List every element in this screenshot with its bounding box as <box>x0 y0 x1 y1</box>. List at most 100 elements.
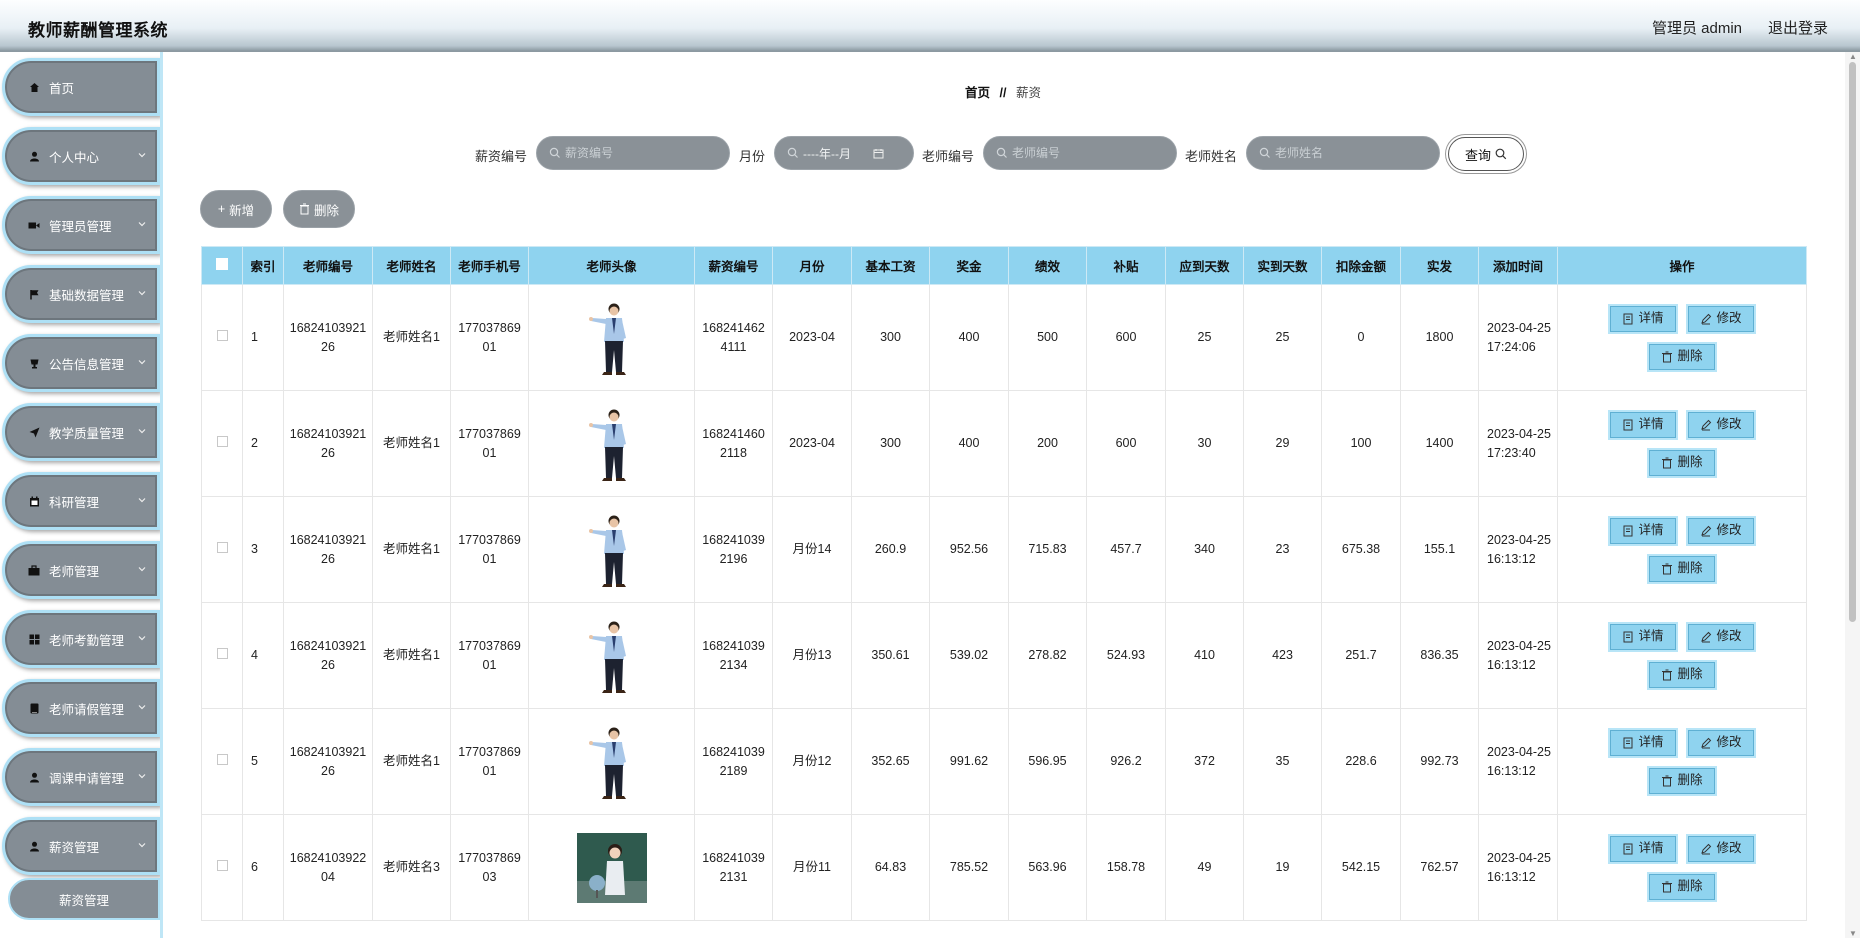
edit-button[interactable]: 修改 <box>1686 727 1756 758</box>
detail-button[interactable]: 详情 <box>1608 515 1678 546</box>
detail-button[interactable]: 详情 <box>1608 409 1678 440</box>
avatar <box>588 621 626 693</box>
sidebar-item-7[interactable]: 老师管理 <box>2 541 160 599</box>
edit-button[interactable]: 修改 <box>1686 409 1756 440</box>
cell-actual: 23 <box>1243 496 1322 603</box>
sidebar-item-5[interactable]: 教学质量管理 <box>2 403 160 461</box>
user-icon <box>27 770 41 784</box>
cell-allow: 524.93 <box>1086 602 1166 709</box>
detail-button[interactable]: 详情 <box>1608 303 1678 334</box>
cell-perf: 500 <box>1008 284 1087 391</box>
row-checkbox[interactable] <box>216 542 228 553</box>
row-checkbox[interactable] <box>216 436 228 447</box>
select-all-checkbox[interactable] <box>216 258 228 270</box>
row-select-cell <box>201 496 243 603</box>
briefcase-icon <box>27 563 41 577</box>
chevron-down-icon <box>138 222 146 227</box>
cell-idx: 3 <box>242 496 284 603</box>
sidebar-item-6[interactable]: 科研管理 <box>2 472 160 530</box>
row-select-cell <box>201 602 243 709</box>
edit-button[interactable]: 修改 <box>1686 515 1756 546</box>
sidebar-item-2[interactable]: 管理员管理 <box>2 196 160 254</box>
avatar <box>588 515 626 587</box>
row-checkbox[interactable] <box>216 648 228 659</box>
sidebar-item-3[interactable]: 基础数据管理 <box>2 265 160 323</box>
logout-link[interactable]: 退出登录 <box>1768 17 1828 38</box>
teacher-name-field[interactable] <box>1246 136 1440 170</box>
delete-button[interactable]: 删除 <box>1647 553 1717 584</box>
scroll-down-icon[interactable]: ▼ <box>1849 929 1857 938</box>
row-checkbox[interactable] <box>216 860 228 871</box>
avatar <box>588 409 626 481</box>
cell-month: 月份11 <box>772 814 852 921</box>
detail-label: 详情 <box>1638 311 1664 325</box>
sidebar-item-0[interactable]: 首页 <box>2 58 160 116</box>
add-button[interactable]: + 新增 <box>200 190 272 228</box>
breadcrumb-home[interactable]: 首页 <box>965 86 990 100</box>
batch-delete-button[interactable]: 删除 <box>283 190 355 228</box>
table-row[interactable]: 3 1682410392126 老师姓名1 17703786901 1682410392… <box>201 496 1807 603</box>
salary-no-input[interactable] <box>565 146 709 160</box>
vertical-scrollbar[interactable]: ▲ ▼ <box>1845 52 1860 938</box>
teacher-no-field[interactable] <box>983 136 1177 170</box>
row-checkbox[interactable] <box>216 754 228 765</box>
avatar-cell <box>528 602 695 709</box>
detail-label: 详情 <box>1638 417 1664 431</box>
sidebar-subitem-salary[interactable]: 薪资管理 <box>8 878 160 920</box>
sidebar-item-10[interactable]: 调课申请管理 <box>2 748 160 806</box>
sidebar-item-1[interactable]: 个人中心 <box>2 127 160 185</box>
current-user: 管理员 admin <box>1651 20 1742 37</box>
column-header: 老师姓名 <box>372 246 451 285</box>
scroll-up-icon[interactable]: ▲ <box>1849 52 1857 61</box>
detail-button[interactable]: 详情 <box>1608 621 1678 652</box>
table-row[interactable]: 6 1682410392204 老师姓名3 17703786903 1682410392… <box>201 814 1807 921</box>
detail-button[interactable]: 详情 <box>1608 833 1678 864</box>
video-icon <box>27 218 41 232</box>
sidebar-item-9[interactable]: 老师请假管理 <box>2 679 160 737</box>
cell-month: 月份12 <box>772 708 852 815</box>
query-button[interactable]: 查询 <box>1448 137 1524 171</box>
edit-button[interactable]: 修改 <box>1686 621 1756 652</box>
cell-bonus: 991.62 <box>929 708 1009 815</box>
edit-button[interactable]: 修改 <box>1686 303 1756 334</box>
cell-tno: 1682410392126 <box>283 390 373 497</box>
scrollbar-thumb[interactable] <box>1849 62 1856 622</box>
cell-allow: 600 <box>1086 390 1166 497</box>
cell-deduct: 228.6 <box>1321 708 1401 815</box>
cell-tno: 1682410392126 <box>283 602 373 709</box>
trash-icon <box>1662 457 1673 468</box>
table-row[interactable]: 4 1682410392126 老师姓名1 17703786901 1682410392… <box>201 602 1807 709</box>
table-row[interactable]: 2 1682410392126 老师姓名1 17703786901 1682414602… <box>201 390 1807 497</box>
cup-icon <box>27 356 41 370</box>
teacher-no-input[interactable] <box>1012 146 1156 160</box>
sidebar-item-11[interactable]: 薪资管理 <box>2 817 160 875</box>
row-checkbox[interactable] <box>216 330 228 341</box>
breadcrumb-separator: // <box>999 86 1007 100</box>
delete-button[interactable]: 删除 <box>1647 765 1717 796</box>
delete-button[interactable]: 删除 <box>1647 871 1717 902</box>
table-row[interactable]: 1 1682410392126 老师姓名1 17703786901 1682414624… <box>201 284 1807 391</box>
document-icon <box>1623 631 1633 642</box>
sidebar-item-8[interactable]: 老师考勤管理 <box>2 610 160 668</box>
cell-net: 155.1 <box>1400 496 1479 603</box>
delete-button[interactable]: 删除 <box>1647 341 1717 372</box>
trash-icon <box>1662 563 1673 574</box>
sidebar-item-label: 个人中心 <box>49 150 100 165</box>
delete-button[interactable]: 删除 <box>1647 447 1717 478</box>
app-title: 教师薪酬管理系统 <box>28 21 168 40</box>
salary-no-field[interactable] <box>536 136 730 170</box>
cell-tname: 老师姓名1 <box>372 708 451 815</box>
sidebar-item-label: 首页 <box>49 81 75 96</box>
month-picker[interactable]: ----年--月 <box>774 136 914 170</box>
detail-button[interactable]: 详情 <box>1608 727 1678 758</box>
sidebar-item-4[interactable]: 公告信息管理 <box>2 334 160 392</box>
edit-button[interactable]: 修改 <box>1686 833 1756 864</box>
delete-button[interactable]: 删除 <box>1647 659 1717 690</box>
cell-idx: 6 <box>242 814 284 921</box>
teacher-name-input[interactable] <box>1275 146 1419 160</box>
cell-tno: 1682410392126 <box>283 708 373 815</box>
cell-idx: 2 <box>242 390 284 497</box>
cell-month: 月份14 <box>772 496 852 603</box>
table-row[interactable]: 5 1682410392126 老师姓名1 17703786901 1682410392… <box>201 708 1807 815</box>
calendar-icon <box>27 494 41 508</box>
